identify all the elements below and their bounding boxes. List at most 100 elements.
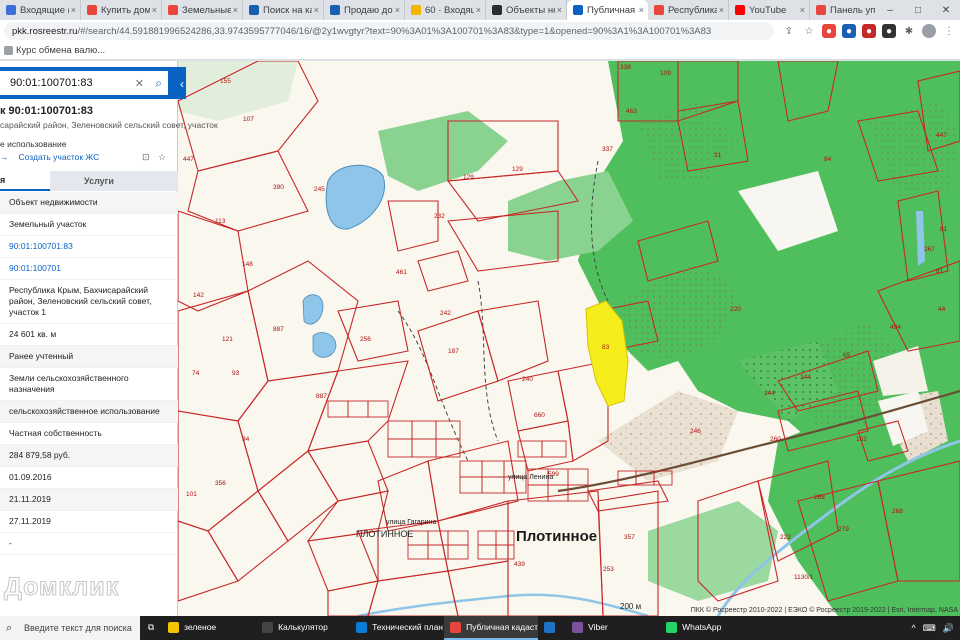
tab-services[interactable]: Услуги bbox=[50, 171, 178, 191]
taskbar-app[interactable]: WhatsApp bbox=[660, 616, 754, 640]
svg-text:447: 447 bbox=[183, 156, 194, 163]
info-list: Объект недвижимости Земельный участок 90:0… bbox=[0, 192, 178, 555]
taskbar-app[interactable]: Публичная кадаст… bbox=[444, 616, 539, 640]
tab-close-icon[interactable]: × bbox=[395, 5, 400, 15]
svg-text:267: 267 bbox=[924, 246, 935, 253]
map-scale-label: 200 м bbox=[620, 602, 642, 611]
clear-search-icon[interactable]: ✕ bbox=[135, 77, 144, 90]
info-row: - bbox=[0, 533, 178, 555]
address-bar[interactable]: pkk.rosreestr.ru/#/search/44.59188199652… bbox=[4, 22, 774, 40]
extension-red2-icon[interactable]: ● bbox=[862, 24, 876, 38]
extension-blue-icon[interactable]: ● bbox=[842, 24, 856, 38]
create-parcel-row: → Создать участок ЖС ⊡ ☆ bbox=[0, 152, 178, 163]
browser-tab[interactable]: Поиск на ка…× bbox=[243, 0, 324, 20]
taskbar-app[interactable]: Калькулятор bbox=[256, 616, 350, 640]
extension-dark-icon[interactable]: ● bbox=[882, 24, 896, 38]
info-row[interactable]: 90:01:100701:83 bbox=[0, 236, 178, 258]
maximize-button[interactable]: □ bbox=[904, 5, 932, 16]
cadastral-map[interactable]: 155 107 390 447 113 148 142 121 74 93 94 356 101… bbox=[178, 61, 960, 616]
info-row: 01.09.2016 bbox=[0, 467, 178, 489]
tray-overflow-icon[interactable]: ^ bbox=[912, 623, 916, 633]
street-label-gagarina: улица Гагарина bbox=[386, 519, 437, 526]
profile-avatar-icon[interactable] bbox=[922, 24, 936, 38]
taskbar-app[interactable]: Технический план… bbox=[350, 616, 444, 640]
extensions-puzzle-icon[interactable]: ✱ bbox=[902, 24, 916, 38]
search-bar: 90:01:100701:83 ✕ ⌕ ‹ bbox=[0, 67, 186, 99]
volume-icon[interactable]: 🔊 bbox=[943, 623, 954, 634]
browser-tab[interactable]: Входящие (7…× bbox=[0, 0, 81, 20]
info-tabs: я Услуги bbox=[0, 171, 178, 191]
windows-taskbar: ⌕ Введите текст для поиска ⧉ зеленое Каль… bbox=[0, 616, 960, 640]
tab-info[interactable]: я bbox=[0, 171, 50, 191]
tab-close-icon[interactable]: × bbox=[557, 5, 562, 15]
bookmark-label: Курс обмена валю... bbox=[16, 45, 106, 56]
app-icon bbox=[450, 621, 462, 633]
svg-text:93: 93 bbox=[232, 370, 240, 377]
svg-text:268: 268 bbox=[892, 508, 903, 515]
svg-text:121: 121 bbox=[222, 336, 233, 343]
svg-text:338: 338 bbox=[620, 64, 631, 71]
extension-red-icon[interactable]: ● bbox=[822, 24, 836, 38]
app-icon bbox=[262, 621, 274, 633]
search-input[interactable]: 90:01:100701:83 ✕ ⌕ bbox=[0, 71, 168, 95]
info-row: 21.11.2019 bbox=[0, 489, 178, 511]
browser-tab[interactable]: Объекты нед…× bbox=[486, 0, 567, 20]
tab-title: Публичная к… bbox=[587, 4, 637, 16]
close-window-button[interactable]: ✕ bbox=[932, 5, 960, 16]
tab-close-icon[interactable]: × bbox=[639, 5, 644, 15]
minimize-button[interactable]: – bbox=[876, 5, 904, 16]
favorite-star-icon[interactable]: ☆ bbox=[158, 152, 166, 163]
tab-favicon-icon bbox=[87, 5, 97, 15]
svg-text:253: 253 bbox=[603, 566, 614, 573]
svg-text:245: 245 bbox=[314, 186, 325, 193]
browser-tab[interactable]: Купить дом, у…× bbox=[81, 0, 162, 20]
taskbar-app[interactable]: Viber bbox=[566, 616, 660, 640]
svg-text:256: 256 bbox=[360, 336, 371, 343]
search-icon[interactable]: ⌕ bbox=[155, 76, 162, 91]
svg-text:242: 242 bbox=[440, 310, 451, 317]
tab-title: Поиск на ка… bbox=[263, 4, 312, 16]
bookmark-currency[interactable]: Курс обмена валю... bbox=[4, 45, 105, 56]
tab-close-icon[interactable]: × bbox=[152, 5, 157, 15]
menu-kebab-icon[interactable]: ⋮ bbox=[942, 24, 956, 38]
browser-tab[interactable]: YouTube × bbox=[729, 0, 810, 20]
svg-text:494: 494 bbox=[890, 324, 901, 331]
task-view-button[interactable]: ⧉ bbox=[140, 616, 162, 640]
info-row: 24 601 кв. м bbox=[0, 324, 178, 346]
tab-close-icon[interactable]: × bbox=[71, 5, 76, 15]
create-parcel-link[interactable]: Создать участок ЖС bbox=[19, 152, 100, 162]
street-label-lenina: улица Ленина bbox=[508, 474, 554, 481]
svg-text:81: 81 bbox=[940, 226, 948, 233]
keyboard-icon[interactable]: ⌨ bbox=[923, 623, 936, 634]
share-icon[interactable]: ⇪ bbox=[782, 24, 796, 38]
page-content: 155 107 390 447 113 148 142 121 74 93 94 356 101… bbox=[0, 61, 960, 616]
taskbar-app[interactable] bbox=[538, 616, 566, 640]
info-row[interactable]: 90:01:100701 bbox=[0, 258, 178, 280]
tab-favicon-icon bbox=[573, 5, 583, 15]
browser-tab[interactable]: Публичная к…× bbox=[567, 0, 648, 20]
browser-tab[interactable]: Продаю дом…× bbox=[324, 0, 405, 20]
settlement-label: Плотинное bbox=[516, 528, 598, 545]
tab-title: Входящие (7… bbox=[20, 4, 69, 16]
tab-close-icon[interactable]: × bbox=[314, 5, 319, 15]
zoom-to-object-icon[interactable]: ⊡ bbox=[142, 152, 150, 163]
svg-text:107: 107 bbox=[243, 116, 254, 123]
tab-close-icon[interactable]: × bbox=[719, 5, 724, 15]
tab-close-icon[interactable]: × bbox=[233, 5, 238, 15]
app-icon bbox=[572, 621, 584, 633]
tab-favicon-icon bbox=[492, 5, 502, 15]
taskbar-app[interactable]: зеленое bbox=[162, 616, 256, 640]
browser-tab[interactable]: Земельные у…× bbox=[162, 0, 243, 20]
bookmark-star-icon[interactable]: ☆ bbox=[802, 24, 816, 38]
collapse-panel-icon[interactable]: ‹ bbox=[180, 77, 184, 91]
browser-tab[interactable]: Республика К…× bbox=[648, 0, 729, 20]
taskbar-search-input[interactable]: ⌕ Введите текст для поиска bbox=[0, 616, 140, 640]
svg-text:144: 144 bbox=[800, 374, 811, 381]
svg-text:74: 74 bbox=[192, 370, 200, 377]
browser-tab[interactable]: 60 · Входящ…× bbox=[405, 0, 486, 20]
tab-close-icon[interactable]: × bbox=[476, 5, 481, 15]
extension-icons: ⇪ ☆ ● ● ● ● ✱ ⋮ bbox=[782, 24, 956, 38]
tab-favicon-icon bbox=[735, 5, 745, 15]
tab-close-icon[interactable]: × bbox=[800, 5, 805, 15]
svg-text:21: 21 bbox=[714, 152, 722, 159]
